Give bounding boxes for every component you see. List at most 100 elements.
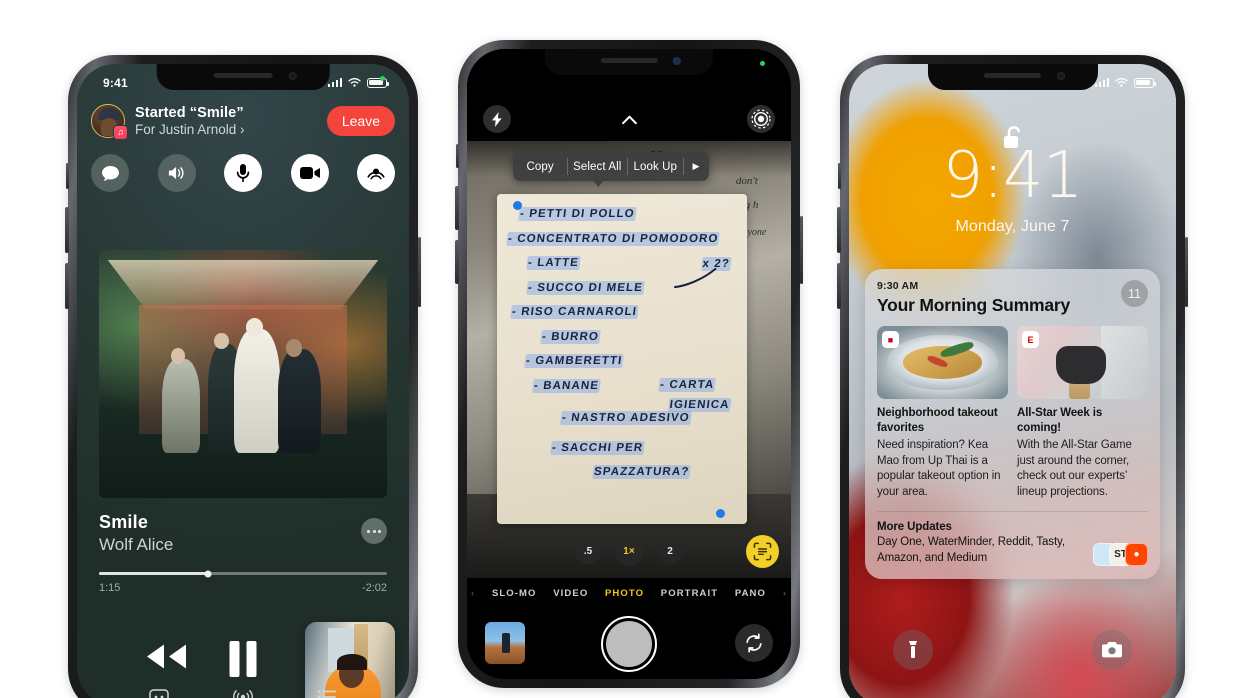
mode-slo-mo[interactable]: SLO-MO	[492, 588, 537, 599]
more-arrow-menu-item[interactable]: ▶	[683, 152, 709, 181]
power-button[interactable]	[799, 216, 803, 284]
now-playing-info: Smile Wolf Alice	[99, 512, 387, 555]
more-updates-row[interactable]: More Updates Day One, WaterMinder, Reddi…	[877, 521, 1148, 567]
more-updates-app-icons: ST ●	[1093, 543, 1148, 567]
queue-list-icon[interactable]	[317, 689, 337, 698]
handwritten-note[interactable]: - PETTI DI POLLO - CONCENTRATO DI POMODO…	[497, 194, 747, 524]
glove-shape	[1056, 346, 1107, 385]
summary-card[interactable]: ■ Neighborhood takeout favorites Need in…	[877, 326, 1008, 500]
elapsed-time: 1:15	[99, 582, 121, 594]
handwriting-scrap: don't	[735, 175, 758, 187]
more-ellipsis-icon[interactable]	[361, 518, 387, 544]
mode-pano[interactable]: PANO	[735, 588, 766, 599]
selection-end-handle[interactable]	[716, 509, 725, 518]
video-camera-icon[interactable]	[290, 154, 329, 192]
microphone-icon[interactable]	[224, 154, 262, 192]
note-line[interactable]: - PETTI DI POLLO	[518, 207, 737, 221]
volume-down-button[interactable]	[837, 263, 841, 309]
note-line[interactable]: - RISO CARNAROLI	[510, 305, 737, 319]
mode-portrait[interactable]: PORTRAIT	[661, 588, 718, 599]
shareplay-icon[interactable]	[357, 154, 395, 192]
zoom-level-1x[interactable]: 1×	[614, 537, 644, 567]
look-up-menu-item[interactable]: Look Up	[627, 152, 683, 181]
camera-bottom-bar: ‹ SLO-MO VIDEO PHOTO PORTRAIT PANO ›	[467, 578, 791, 679]
album-artwork[interactable]	[99, 250, 387, 498]
volume-up-button[interactable]	[837, 207, 841, 253]
mode-prev[interactable]: ‹	[471, 588, 475, 599]
shareplay-banner[interactable]: ♫ Started “Smile” For Justin Arnold › Le…	[77, 98, 409, 144]
note-line[interactable]: - CONCENTRATO DI POMODORO	[506, 231, 737, 246]
flip-camera-icon[interactable]	[735, 624, 773, 663]
camera-icon[interactable]	[1092, 630, 1132, 670]
volume-up-button[interactable]	[65, 207, 69, 253]
notch	[927, 64, 1098, 90]
note-line-text: - BANANE	[532, 378, 601, 393]
volume-up-button[interactable]	[455, 186, 459, 230]
live-text-icon[interactable]	[746, 535, 779, 569]
notification-title: Your Morning Summary	[877, 295, 1071, 315]
notification-count-badge[interactable]: 11	[1121, 280, 1148, 307]
note-arrow-squiggle	[674, 267, 717, 288]
mode-video[interactable]: VIDEO	[553, 588, 588, 599]
mode-row: ‹ SLO-MO VIDEO PHOTO PORTRAIT PANO ›	[467, 588, 791, 599]
power-button[interactable]	[1184, 237, 1188, 307]
flash-icon[interactable]	[483, 105, 511, 133]
mute-switch[interactable]	[838, 163, 841, 189]
selection-start-handle[interactable]	[513, 201, 522, 210]
flashlight-icon[interactable]	[893, 630, 933, 670]
lock-screen-bottom-controls	[849, 630, 1176, 684]
notification-summary-card[interactable]: 9:30 AM Your Morning Summary 11 ■ Neighb…	[865, 269, 1160, 580]
shareplay-subtitle[interactable]: For Justin Arnold ›	[135, 122, 317, 139]
camera-mode-selector[interactable]: ‹ SLO-MO VIDEO PHOTO PORTRAIT PANO ›	[467, 578, 791, 679]
rewind-icon[interactable]	[139, 641, 191, 678]
speaker-icon[interactable]	[157, 154, 196, 192]
text-selection-context-menu[interactable]: Copy Select All Look Up ▶	[513, 152, 709, 181]
scrubber-fill	[99, 572, 209, 575]
leave-button[interactable]: Leave	[326, 106, 395, 136]
zoom-level-0.5[interactable]: .5	[575, 539, 601, 565]
volume-down-button[interactable]	[65, 263, 69, 309]
scrubber-track[interactable]	[99, 570, 387, 577]
note-line[interactable]: - BANANE - CARTA IGIENICA	[532, 377, 737, 412]
airplay-icon[interactable]	[233, 688, 253, 698]
volume-down-button[interactable]	[455, 240, 459, 284]
scrubber-knob[interactable]	[204, 570, 212, 577]
messages-bubble-icon[interactable]	[91, 154, 129, 192]
pause-icon[interactable]	[229, 641, 257, 677]
live-photo-icon[interactable]	[747, 105, 775, 133]
note-line[interactable]: - GAMBERETTI	[524, 354, 737, 368]
zoom-level-2[interactable]: 2	[657, 539, 683, 565]
playback-scrubber[interactable]: 1:15 -2:02	[99, 570, 387, 594]
select-all-menu-item[interactable]: Select All	[567, 152, 627, 181]
jersey-shape	[1100, 326, 1148, 399]
summary-card[interactable]: E All-Star Week is coming! With the All-…	[1017, 326, 1148, 500]
iphone-device-3: 9:41 Monday, June 7 9:30 AM Your Morning…	[837, 55, 1188, 698]
mute-switch[interactable]	[456, 144, 459, 168]
power-button[interactable]	[417, 237, 421, 307]
wifi-icon	[1115, 78, 1128, 87]
note-line-text: SPAZZATURA?	[592, 465, 692, 479]
clock-date: Monday, June 7	[955, 218, 1070, 235]
lyrics-icon[interactable]	[149, 689, 169, 698]
privacy-indicator-dot	[760, 61, 765, 66]
mute-switch[interactable]	[66, 163, 69, 189]
last-photo-thumbnail[interactable]	[485, 622, 525, 665]
chevron-up-icon[interactable]	[614, 105, 644, 133]
player-bottom-bar	[77, 680, 409, 698]
food-photo: ■	[877, 326, 1008, 399]
note-line-text: - NASTRO ADESIVO	[560, 410, 692, 425]
notch	[156, 64, 330, 90]
shutter-button[interactable]	[601, 616, 657, 673]
iphone-device-1: 9:41 ♫ Started “Smile” For Justin Arnold…	[65, 55, 421, 698]
mode-photo[interactable]: PHOTO	[605, 588, 644, 599]
note-line[interactable]: SPAZZATURA?	[592, 465, 737, 479]
note-line[interactable]: - NASTRO ADESIVO	[560, 410, 737, 425]
note-line-text: - PETTI DI POLLO	[518, 207, 637, 221]
note-line[interactable]: - SUCCO DI MELE	[526, 267, 737, 295]
phone3-screen: 9:41 Monday, June 7 9:30 AM Your Morning…	[849, 64, 1176, 698]
copy-menu-item[interactable]: Copy	[513, 152, 567, 181]
earpiece-speaker	[213, 73, 273, 78]
mode-next[interactable]: ›	[783, 588, 787, 599]
note-line[interactable]: - BURRO	[540, 329, 737, 344]
note-line[interactable]: - SACCHI PER	[550, 440, 737, 455]
